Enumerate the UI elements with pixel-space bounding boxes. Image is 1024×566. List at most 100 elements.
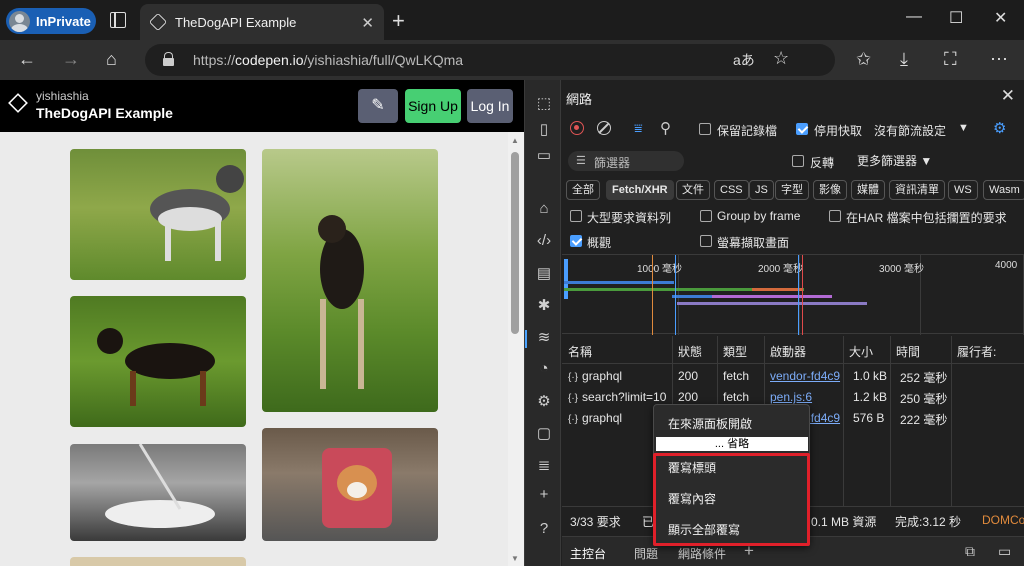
collapse-drawer-icon[interactable]: ▭ bbox=[998, 543, 1011, 560]
chip-wasm[interactable]: Wasm bbox=[983, 180, 1024, 200]
more-menu-icon[interactable]: ⋯ bbox=[990, 49, 1008, 70]
overview-checkbox[interactable] bbox=[570, 235, 582, 247]
more-tools-icon[interactable]: + bbox=[535, 486, 553, 503]
address-bar[interactable]: https://codepen.io/yishiashia/full/QwLKQ… bbox=[145, 44, 835, 76]
invert-checkbox[interactable] bbox=[792, 155, 804, 167]
home-icon[interactable]: ⌂ bbox=[106, 49, 117, 70]
minimize-icon[interactable]: — bbox=[906, 8, 922, 26]
chip-manifest[interactable]: 資訊清單 bbox=[889, 180, 945, 200]
network-overview-timeline[interactable]: 1000 毫秒 2000 毫秒 3000 毫秒 4000 bbox=[562, 254, 1024, 335]
dock-drawer-icon[interactable]: ⧉ bbox=[965, 543, 975, 560]
codepen-logo-icon[interactable] bbox=[8, 93, 28, 113]
overview-label: 概觀 bbox=[587, 236, 612, 250]
request-count: 3/33 要求 bbox=[570, 515, 621, 529]
resources-size: 0.1 MB 資源 bbox=[811, 515, 877, 529]
device-emulation-icon[interactable]: ▯ bbox=[535, 120, 553, 138]
welcome-home-icon[interactable]: ⌂ bbox=[535, 200, 553, 217]
har-sensitive-checkbox[interactable] bbox=[829, 210, 841, 222]
tab-close-icon[interactable]: ✕ bbox=[361, 14, 374, 32]
chip-ws[interactable]: WS bbox=[948, 180, 978, 200]
console-icon[interactable]: ▤ bbox=[535, 264, 553, 282]
tab-console[interactable]: 主控台 bbox=[570, 545, 606, 562]
chip-css[interactable]: CSS bbox=[714, 180, 749, 200]
record-icon[interactable] bbox=[570, 121, 584, 135]
forward-icon[interactable]: → bbox=[62, 49, 80, 70]
favorite-star-icon[interactable]: ☆ bbox=[773, 48, 789, 69]
signup-button[interactable]: Sign Up bbox=[405, 89, 461, 123]
table-row[interactable]: {·} graphql 200 fetch vendor-fd4c9 1.0 kB… bbox=[562, 365, 1024, 386]
scroll-up-icon[interactable]: ▲ bbox=[511, 136, 519, 145]
read-aloud-icon[interactable]: aあ bbox=[733, 50, 755, 70]
col-name[interactable]: 名稱 bbox=[568, 343, 592, 360]
group-by-frame-checkbox[interactable] bbox=[700, 210, 712, 222]
inspect-icon[interactable]: ⬚ bbox=[535, 94, 553, 112]
screenshot-icon[interactable]: ⛶ bbox=[944, 49, 957, 70]
timeline-selection-handle[interactable] bbox=[564, 259, 568, 299]
network-title: 網路 bbox=[566, 92, 593, 107]
elements-icon[interactable]: ‹/› bbox=[535, 232, 553, 249]
security-icon[interactable]: ≣ bbox=[535, 456, 553, 474]
col-fulfilled-by[interactable]: 履行者: bbox=[957, 343, 996, 360]
back-icon[interactable]: ← bbox=[18, 49, 36, 70]
window-close-icon[interactable]: ✕ bbox=[994, 8, 1007, 28]
col-type[interactable]: 類型 bbox=[723, 343, 747, 360]
memory-icon[interactable]: ⚙ bbox=[535, 392, 553, 410]
tab-actions-icon[interactable] bbox=[110, 12, 126, 28]
chip-all[interactable]: 全部 bbox=[566, 180, 600, 200]
timeline-label-4000: 4000 bbox=[995, 260, 1018, 271]
search-icon[interactable]: ⚲ bbox=[660, 119, 671, 137]
chip-media[interactable]: 媒體 bbox=[851, 180, 885, 200]
edit-pen-button[interactable]: ✎ bbox=[358, 89, 398, 123]
filter-toggle-icon[interactable]: ⩸ bbox=[634, 120, 643, 137]
dog-photo-partial bbox=[70, 557, 246, 566]
disable-cache-checkbox[interactable] bbox=[796, 123, 808, 135]
chip-img[interactable]: 影像 bbox=[813, 180, 847, 200]
chip-doc[interactable]: 文件 bbox=[676, 180, 710, 200]
page-scroll-thumb[interactable] bbox=[511, 152, 519, 334]
chip-js[interactable]: JS bbox=[749, 180, 774, 200]
more-filters-dropdown[interactable]: 更多篩選器 ▼ bbox=[857, 152, 932, 169]
timeline-bar bbox=[564, 281, 674, 284]
tab-issues[interactable]: 問題 bbox=[634, 545, 658, 562]
devtools-close-icon[interactable]: ✕ bbox=[1001, 86, 1015, 106]
highlight-box bbox=[653, 453, 810, 546]
col-initiator[interactable]: 啟動器 bbox=[770, 343, 806, 360]
performance-icon[interactable]: ◔ bbox=[535, 360, 553, 377]
col-size[interactable]: 大小 bbox=[849, 343, 873, 360]
row-initiator-link[interactable]: pen.js:6 bbox=[770, 390, 812, 404]
network-settings-gear-icon[interactable]: ⚙ bbox=[993, 119, 1006, 137]
col-time[interactable]: 時間 bbox=[896, 343, 920, 360]
pen-author[interactable]: yishiashia bbox=[36, 89, 89, 103]
clear-icon[interactable] bbox=[597, 121, 611, 135]
throttling-select[interactable]: 沒有節流設定 bbox=[874, 122, 946, 139]
maximize-icon[interactable]: ☐ bbox=[949, 8, 963, 28]
sources-bug-icon[interactable]: ✱ bbox=[535, 296, 553, 314]
active-tool-indicator bbox=[525, 330, 527, 348]
chip-font[interactable]: 字型 bbox=[775, 180, 809, 200]
favorites-icon[interactable]: ✩ bbox=[856, 49, 871, 70]
dog-photo-husky bbox=[70, 149, 246, 280]
application-icon[interactable]: ▢ bbox=[535, 424, 553, 442]
network-wifi-icon[interactable]: ≋ bbox=[535, 328, 553, 346]
scroll-down-icon[interactable]: ▼ bbox=[511, 554, 519, 563]
help-icon[interactable]: ? bbox=[535, 520, 553, 537]
row-initiator-link[interactable]: vendor-fd4c9 bbox=[770, 369, 840, 383]
inprivate-badge[interactable]: InPrivate bbox=[6, 8, 96, 34]
url-text: https://codepen.io/yishiashia/full/QwLKQ… bbox=[193, 52, 464, 68]
chip-fetch-xhr[interactable]: Fetch/XHR bbox=[606, 180, 674, 200]
dock-icon[interactable]: ▭ bbox=[535, 146, 553, 164]
throttling-chevron-down-icon[interactable]: ▼ bbox=[958, 122, 969, 134]
login-button[interactable]: Log In bbox=[467, 89, 513, 123]
downloads-icon[interactable]: ⤓ bbox=[900, 49, 908, 70]
tab-active[interactable]: TheDogAPI Example ✕ bbox=[140, 4, 384, 40]
col-status[interactable]: 狀態 bbox=[678, 343, 702, 360]
lock-icon[interactable] bbox=[163, 52, 174, 67]
new-tab-icon[interactable]: + bbox=[392, 8, 405, 34]
big-rows-checkbox[interactable] bbox=[570, 210, 582, 222]
preserve-log-checkbox[interactable] bbox=[699, 123, 711, 135]
menu-open-in-sources[interactable]: 在來源面板開啟 bbox=[668, 415, 752, 432]
har-sensitive-label: 在HAR 檔案中包括攔置的要求 bbox=[846, 211, 1007, 225]
screenshots-checkbox[interactable] bbox=[700, 235, 712, 247]
tab-network-conditions[interactable]: 網路條件 bbox=[678, 545, 726, 562]
row-size: 1.0 kB bbox=[853, 369, 888, 383]
